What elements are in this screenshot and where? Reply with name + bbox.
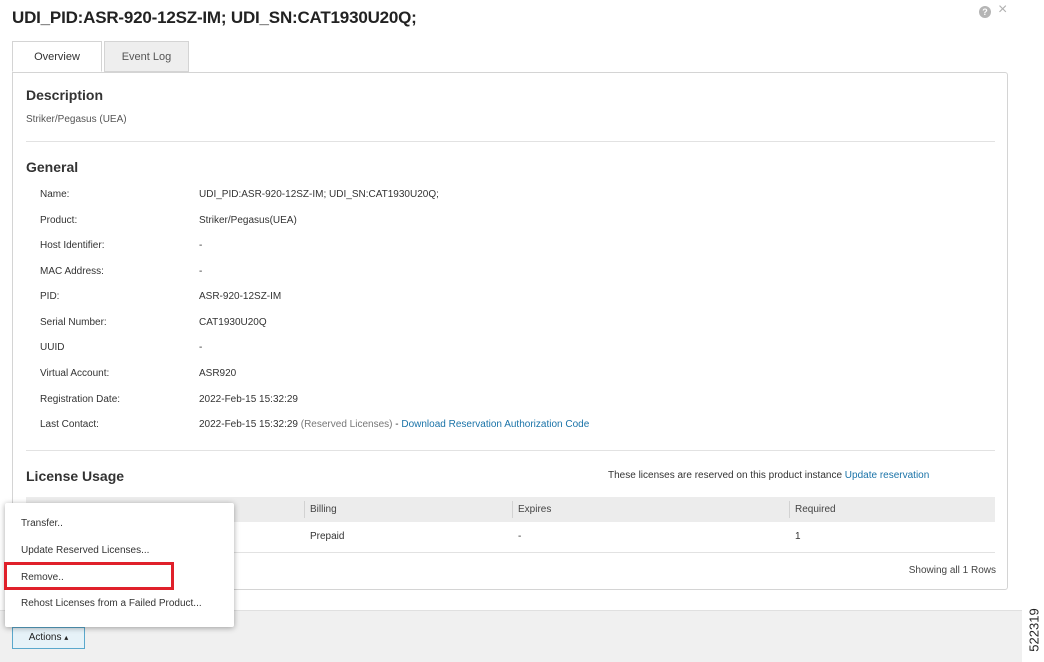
close-icon[interactable]: × — [998, 2, 1007, 18]
field-virtual-account: Virtual Account: ASR920 — [40, 368, 940, 382]
field-label: Name: — [40, 189, 70, 200]
actions-button[interactable]: Actions ▴ — [12, 627, 85, 649]
field-value: CAT1930U20Q — [199, 317, 267, 328]
caret-up-icon: ▴ — [64, 633, 69, 642]
field-value: 2022-Feb-15 15:32:29 (Reserved Licenses)… — [199, 419, 589, 430]
tab-event-log[interactable]: Event Log — [104, 41, 189, 72]
field-pid: PID: ASR-920-12SZ-IM — [40, 291, 940, 305]
field-label: PID: — [40, 291, 60, 302]
field-label: Virtual Account: — [40, 368, 110, 379]
menu-item-remove[interactable]: Remove.. — [21, 572, 64, 583]
field-mac-address: MAC Address: - — [40, 266, 940, 280]
field-value: UDI_PID:ASR-920-12SZ-IM; UDI_SN:CAT1930U… — [199, 189, 439, 200]
row-count-text: Showing all 1 Rows — [908, 565, 996, 576]
field-product: Product: Striker/Pegasus(UEA) — [40, 215, 940, 229]
actions-label: Actions — [28, 632, 62, 643]
column-divider — [789, 501, 790, 518]
menu-item-transfer[interactable]: Transfer.. — [21, 518, 63, 529]
license-usage-heading: License Usage — [26, 468, 125, 484]
field-value: ASR-920-12SZ-IM — [199, 291, 282, 302]
field-label: Host Identifier: — [40, 240, 105, 251]
field-value: - — [199, 342, 203, 353]
column-header-expires[interactable]: Expires — [518, 504, 551, 515]
field-host-identifier: Host Identifier: - — [40, 240, 940, 254]
cell-required: 1 — [795, 531, 801, 542]
page-title: UDI_PID:ASR-920-12SZ-IM; UDI_SN:CAT1930U… — [12, 8, 417, 27]
figure-id: 522319 — [1024, 600, 1044, 660]
column-header-billing[interactable]: Billing — [310, 504, 337, 515]
column-divider — [512, 501, 513, 518]
column-divider — [304, 501, 305, 518]
description-text: Striker/Pegasus (UEA) — [26, 114, 127, 125]
field-label: UUID — [40, 342, 65, 353]
divider — [26, 141, 995, 142]
reserved-note-text: These licenses are reserved on this prod… — [608, 470, 843, 481]
field-registration-date: Registration Date: 2022-Feb-15 15:32:29 — [40, 394, 940, 408]
download-authorization-code-link[interactable]: Download Reservation Authorization Code — [401, 419, 589, 430]
figure-id-text: 522319 — [1026, 608, 1042, 652]
field-label: MAC Address: — [40, 266, 104, 277]
field-value: Striker/Pegasus(UEA) — [199, 215, 297, 226]
field-value: ASR920 — [199, 368, 237, 379]
update-reservation-link[interactable]: Update reservation — [845, 470, 930, 481]
tab-overview[interactable]: Overview — [12, 41, 102, 72]
column-header-required[interactable]: Required — [795, 504, 836, 515]
field-label: Product: — [40, 215, 78, 226]
field-label: Last Contact: — [40, 419, 99, 430]
description-heading: Description — [26, 87, 104, 103]
field-value: - — [199, 266, 203, 277]
general-heading: General — [26, 159, 79, 175]
menu-item-update-reserved-licenses[interactable]: Update Reserved Licenses... — [21, 545, 149, 556]
field-uuid: UUID - — [40, 342, 940, 356]
help-icon[interactable]: ? — [979, 6, 991, 18]
divider — [26, 450, 995, 451]
cell-billing: Prepaid — [310, 531, 345, 542]
reserved-licenses-note: (Reserved Licenses) — [300, 419, 393, 430]
last-contact-date: 2022-Feb-15 15:32:29 — [199, 419, 298, 430]
field-last-contact: Last Contact: 2022-Feb-15 15:32:29 (Rese… — [40, 419, 940, 433]
field-value: 2022-Feb-15 15:32:29 — [199, 394, 298, 405]
field-value: - — [199, 240, 203, 251]
actions-menu: Transfer.. Update Reserved Licenses... R… — [5, 503, 234, 627]
field-label: Registration Date: — [40, 394, 121, 405]
field-serial-number: Serial Number: CAT1930U20Q — [40, 317, 940, 331]
license-usage-note: These licenses are reserved on this prod… — [608, 470, 929, 481]
menu-item-rehost-licenses[interactable]: Rehost Licenses from a Failed Product... — [21, 598, 202, 609]
field-label: Serial Number: — [40, 317, 107, 328]
cell-expires: - — [518, 531, 522, 542]
field-name: Name: UDI_PID:ASR-920-12SZ-IM; UDI_SN:CA… — [40, 189, 940, 203]
